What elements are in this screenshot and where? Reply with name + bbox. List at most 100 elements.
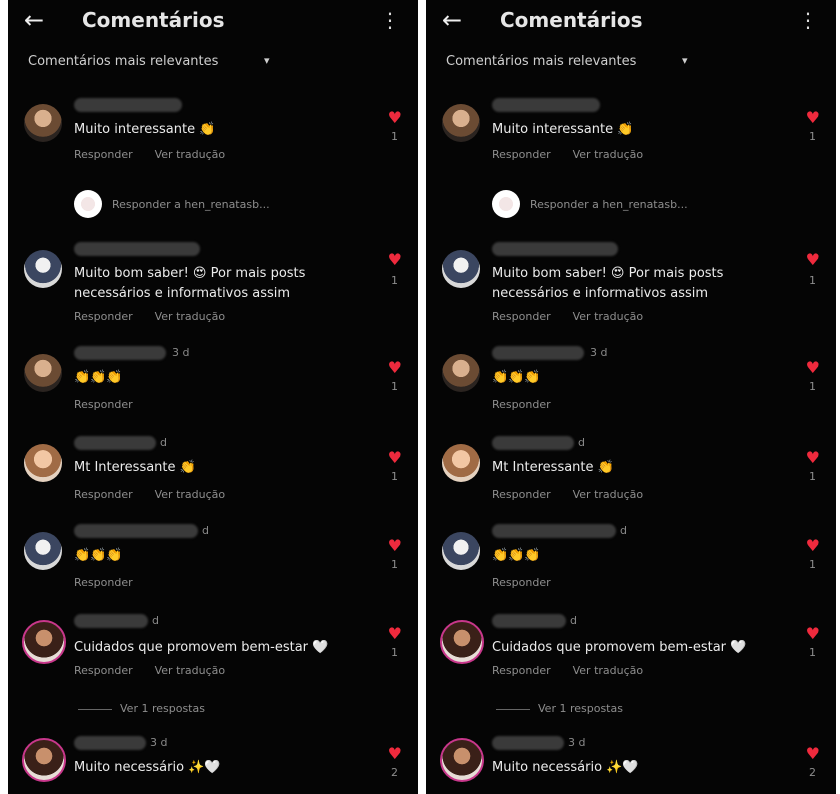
translate-button[interactable]: Ver tradução [155,310,226,323]
comment-actions: Responder Ver tradução [492,148,665,161]
reply-button[interactable]: Responder [492,398,551,411]
comment-time: d [152,614,159,627]
avatar[interactable] [442,104,480,142]
like-count: 1 [809,470,816,483]
like-count: 1 [809,380,816,393]
reply-button[interactable]: Responder [74,148,133,161]
avatar[interactable] [24,354,62,392]
avatar[interactable] [442,354,480,392]
back-arrow-icon[interactable]: ← [442,6,462,34]
heart-icon[interactable]: ♥ [388,448,402,467]
avatar[interactable] [442,250,480,288]
avatar[interactable] [24,532,62,570]
comment-text: 👏👏👏 [492,370,541,385]
reply-button[interactable]: Responder [74,488,133,501]
comments-screen-right: ← Comentários ⋮ Comentários mais relevan… [426,0,836,794]
chevron-down-icon[interactable]: ▾ [682,54,688,67]
heart-icon[interactable]: ♥ [806,250,820,269]
username-redacted[interactable] [74,436,156,450]
username-redacted[interactable] [74,736,146,750]
like-count: 2 [809,766,816,779]
heart-icon[interactable]: ♥ [388,358,402,377]
translate-button[interactable]: Ver tradução [155,488,226,501]
more-options-icon[interactable]: ⋮ [798,8,818,32]
translate-button[interactable]: Ver tradução [573,664,644,677]
reply-input[interactable]: Responder a hen_renatasb... [112,198,270,211]
username-redacted[interactable] [492,614,566,628]
comment-actions: Responder Ver tradução [492,488,665,501]
translate-button[interactable]: Ver tradução [155,664,226,677]
like-count: 1 [391,470,398,483]
reply-button[interactable]: Responder [492,576,551,589]
comment-actions: Responder [492,398,573,411]
heart-icon[interactable]: ♥ [806,108,820,127]
heart-icon[interactable]: ♥ [806,536,820,555]
like-count: 1 [391,380,398,393]
sort-selector[interactable]: Comentários mais relevantes [28,54,218,69]
avatar[interactable] [440,738,484,782]
reply-button[interactable]: Responder [492,488,551,501]
like-count: 1 [391,558,398,571]
avatar[interactable] [24,444,62,482]
comment-text: Muito bom saber! 😍 Por mais posts necess… [74,266,306,301]
reply-button[interactable]: Responder [74,664,133,677]
like-count: 1 [809,558,816,571]
avatar[interactable] [22,620,66,664]
username-redacted[interactable] [74,614,148,628]
back-arrow-icon[interactable]: ← [24,6,44,34]
comment-time: d [578,436,585,449]
heart-icon[interactable]: ♥ [388,250,402,269]
username-redacted[interactable] [492,436,574,450]
heart-icon[interactable]: ♥ [806,624,820,643]
username-redacted[interactable] [74,524,198,538]
username-redacted[interactable] [492,346,584,360]
translate-button[interactable]: Ver tradução [573,148,644,161]
username-redacted[interactable] [492,242,618,256]
reply-button[interactable]: Responder [74,576,133,589]
heart-icon[interactable]: ♥ [806,358,820,377]
comment-time: d [570,614,577,627]
username-redacted[interactable] [74,98,182,112]
comment-actions: Responder [74,576,155,589]
chevron-down-icon[interactable]: ▾ [264,54,270,67]
reply-button[interactable]: Responder [74,310,133,323]
reply-input[interactable]: Responder a hen_renatasb... [530,198,688,211]
username-redacted[interactable] [492,98,600,112]
heart-icon[interactable]: ♥ [388,624,402,643]
reply-button[interactable]: Responder [492,148,551,161]
username-redacted[interactable] [74,242,200,256]
view-replies-button[interactable]: Ver 1 respostas [496,702,623,715]
more-options-icon[interactable]: ⋮ [380,8,400,32]
heart-icon[interactable]: ♥ [806,448,820,467]
reply-button[interactable]: Responder [492,310,551,323]
translate-button[interactable]: Ver tradução [155,148,226,161]
comment-time: 3 d [568,736,586,749]
avatar[interactable] [22,738,66,782]
username-redacted[interactable] [74,346,166,360]
heart-icon[interactable]: ♥ [388,536,402,555]
heart-icon[interactable]: ♥ [388,744,402,763]
translate-button[interactable]: Ver tradução [573,488,644,501]
comment-text: Cuidados que promovem bem-estar 🤍 [492,640,747,655]
heart-icon[interactable]: ♥ [806,744,820,763]
avatar[interactable] [442,444,480,482]
username-redacted[interactable] [492,524,616,538]
avatar[interactable] [24,250,62,288]
avatar[interactable] [440,620,484,664]
translate-button[interactable]: Ver tradução [573,310,644,323]
page-title: Comentários [82,8,225,32]
reply-button[interactable]: Responder [74,398,133,411]
comment-text: 👏👏👏 [492,548,541,563]
heart-icon[interactable]: ♥ [388,108,402,127]
avatar[interactable] [24,104,62,142]
view-replies-button[interactable]: Ver 1 respostas [78,702,205,715]
username-redacted[interactable] [492,736,564,750]
avatar[interactable] [442,532,480,570]
like-count: 1 [391,646,398,659]
sort-selector[interactable]: Comentários mais relevantes [446,54,636,69]
comments-screen-left: ← Comentários ⋮ Comentários mais relevan… [8,0,418,794]
reply-button[interactable]: Responder [492,664,551,677]
like-count: 1 [809,646,816,659]
comment-actions: Responder [74,398,155,411]
reply-avatar [74,190,102,218]
